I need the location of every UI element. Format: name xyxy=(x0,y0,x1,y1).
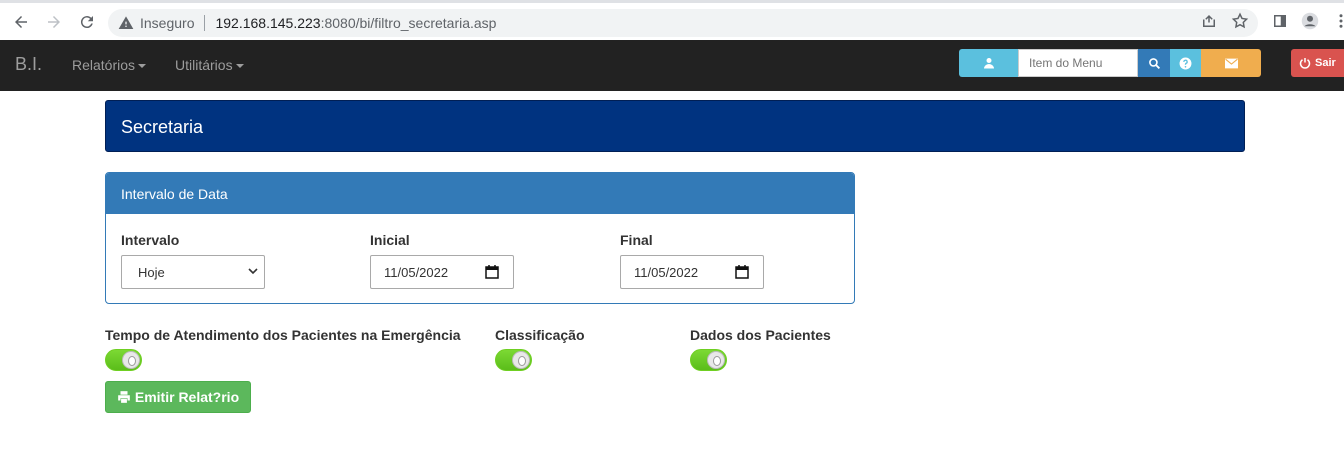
toggle-knob xyxy=(122,351,140,369)
more-icon[interactable] xyxy=(1332,12,1344,32)
toggle-knob xyxy=(512,351,530,369)
app-navbar: B.I. Relatórios Utilitários Sair xyxy=(0,40,1344,91)
toggle-classificacao[interactable] xyxy=(495,349,532,371)
warning-icon[interactable] xyxy=(118,15,134,31)
browser-toolbar: Inseguro 192.168.145.223:8080/bi/filtro_… xyxy=(0,0,1344,40)
emit-report-label: Emitir Relat?rio xyxy=(134,389,240,405)
exit-button[interactable]: Sair xyxy=(1291,49,1344,77)
envelope-icon xyxy=(1224,58,1238,68)
user-button[interactable] xyxy=(959,49,1018,77)
exit-label: Sair xyxy=(1315,57,1336,69)
interval-value: Hoje xyxy=(138,265,165,280)
final-date-label: Final xyxy=(620,232,653,248)
option-label-classificacao: Classificação xyxy=(495,327,585,343)
menu-relatorios[interactable]: Relatórios xyxy=(72,57,147,73)
option-label-dados-pacientes: Dados dos Pacientes xyxy=(690,327,831,343)
brand[interactable]: B.I. xyxy=(15,54,42,75)
messages-button[interactable] xyxy=(1201,49,1261,77)
forward-icon[interactable] xyxy=(43,11,65,33)
date-panel-heading: Intervalo de Data xyxy=(106,173,854,214)
menu-label: Utilitários xyxy=(175,57,233,73)
option-label-tempo-atendimento: Tempo de Atendimento dos Pacientes na Em… xyxy=(105,327,461,343)
menu-label: Relatórios xyxy=(72,57,136,73)
search-icon xyxy=(1148,57,1160,69)
emit-report-button[interactable]: Emitir Relat?rio xyxy=(105,381,251,413)
final-date-input[interactable]: 11/05/2022 xyxy=(620,255,764,289)
profile-icon[interactable] xyxy=(1301,12,1321,32)
address-bar[interactable]: Inseguro 192.168.145.223:8080/bi/filtro_… xyxy=(108,9,1258,37)
toggle-dados-pacientes[interactable] xyxy=(690,349,727,371)
chevron-down-icon xyxy=(248,268,258,275)
calendar-icon[interactable] xyxy=(735,265,749,279)
share-icon[interactable] xyxy=(1200,12,1220,32)
back-icon[interactable] xyxy=(10,11,32,33)
url-host[interactable]: 192.168.145.223 xyxy=(215,15,320,31)
initial-date-value: 11/05/2022 xyxy=(384,265,449,280)
initial-date-label: Inicial xyxy=(370,232,410,248)
final-date-value: 11/05/2022 xyxy=(634,265,699,280)
search-button[interactable] xyxy=(1138,49,1170,77)
interval-select[interactable]: Hoje xyxy=(121,255,265,289)
calendar-icon[interactable] xyxy=(485,265,499,279)
initial-date-input[interactable]: 11/05/2022 xyxy=(370,255,514,289)
print-icon xyxy=(118,391,130,403)
security-label[interactable]: Inseguro xyxy=(140,15,194,31)
menu-utilitarios[interactable]: Utilitários xyxy=(175,57,244,73)
side-panel-icon[interactable] xyxy=(1271,12,1291,32)
interval-label: Intervalo xyxy=(121,232,180,248)
divider xyxy=(204,15,206,31)
caret-down-icon xyxy=(235,64,244,69)
bookmark-star-icon[interactable] xyxy=(1231,12,1251,32)
question-circle-icon xyxy=(1179,57,1192,69)
menu-search-input[interactable] xyxy=(1018,49,1138,77)
date-interval-panel: Intervalo de Data Intervalo Hoje Inicial… xyxy=(105,172,855,304)
reload-icon[interactable] xyxy=(76,11,98,33)
help-button[interactable] xyxy=(1170,49,1201,77)
power-icon xyxy=(1299,58,1311,69)
page-title-panel: Secretaria xyxy=(105,100,1245,152)
page-title: Secretaria xyxy=(121,117,204,137)
toggle-tempo-atendimento[interactable] xyxy=(105,349,142,371)
user-icon xyxy=(983,58,994,69)
toggle-knob xyxy=(707,351,725,369)
url-path[interactable]: :8080/bi/filtro_secretaria.asp xyxy=(321,15,497,31)
caret-down-icon xyxy=(138,64,147,69)
